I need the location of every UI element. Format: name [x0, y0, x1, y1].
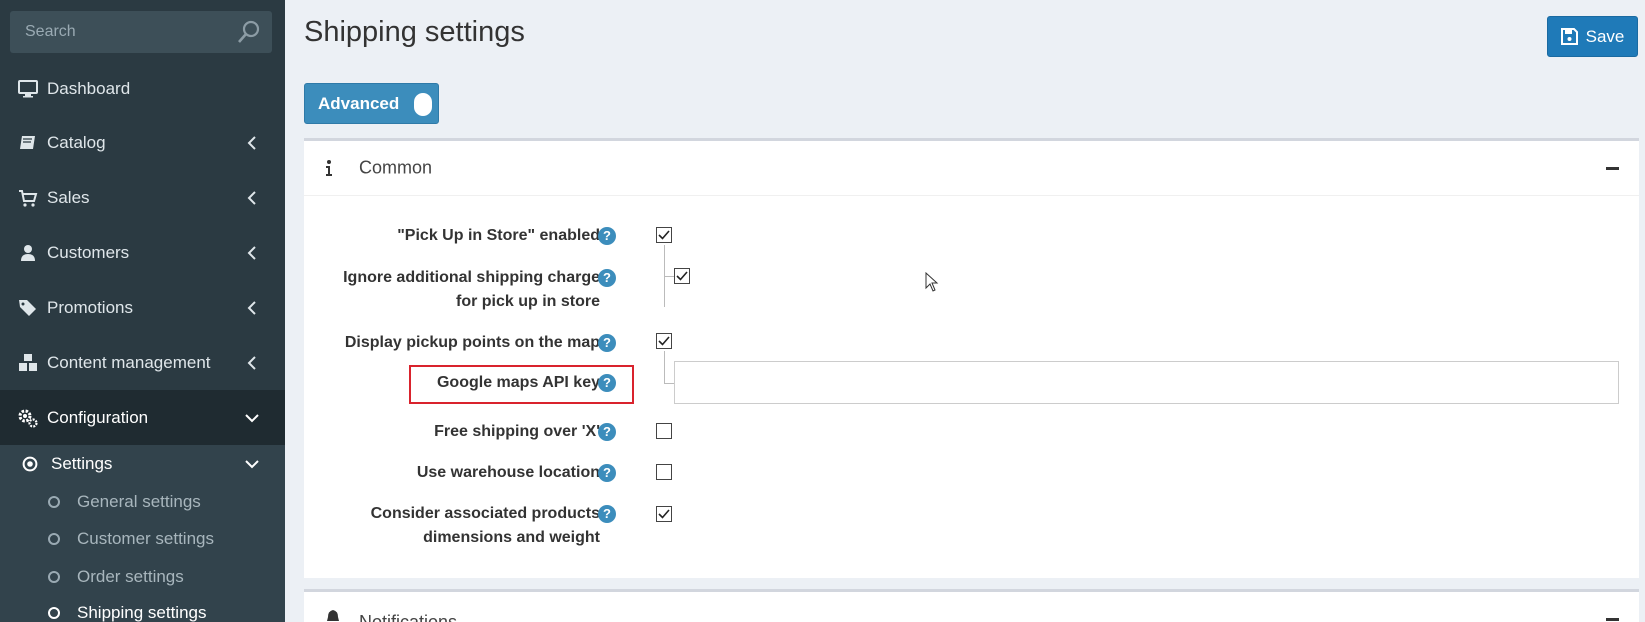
warehouse-location-checkbox[interactable]	[656, 464, 672, 480]
sidebar-item-dashboard[interactable]: Dashboard	[0, 61, 285, 116]
common-card-header[interactable]: Common	[304, 141, 1639, 196]
search-icon[interactable]	[236, 19, 262, 45]
sidebar-item-customers[interactable]: Customers	[0, 225, 285, 280]
sidebar: Dashboard Catalog Sales Customers Promot…	[0, 0, 285, 622]
advanced-label: Advanced	[318, 93, 400, 113]
notifications-card[interactable]: Notifications	[304, 589, 1639, 622]
field-label-pickup-enabled: "Pick Up in Store" enabled	[397, 227, 600, 244]
collapse-icon[interactable]	[1606, 618, 1619, 621]
sidebar-item-configuration[interactable]: Configuration	[0, 390, 285, 445]
toggle-knob	[414, 93, 432, 116]
help-icon[interactable]: ?	[598, 464, 616, 482]
field-label-warehouse-location: Use warehouse location	[416, 464, 600, 481]
info-icon	[326, 160, 332, 176]
google-maps-api-key-input[interactable]	[674, 361, 1619, 404]
settings-submenu: Settings General settings Customer setti…	[0, 445, 285, 622]
tree-connector	[664, 276, 674, 277]
check-icon	[676, 271, 688, 281]
help-icon[interactable]: ?	[598, 227, 616, 245]
save-button[interactable]: Save	[1547, 16, 1638, 57]
user-icon	[21, 244, 35, 261]
tags-icon	[19, 299, 36, 316]
sidebar-item-label: Catalog	[47, 132, 106, 152]
monitor-icon	[18, 79, 38, 97]
advanced-toggle-button[interactable]: Advanced	[304, 83, 439, 124]
gears-icon	[18, 409, 38, 428]
associated-products-checkbox[interactable]	[656, 506, 672, 522]
help-icon[interactable]: ?	[598, 505, 616, 523]
circle-icon	[48, 571, 60, 583]
check-icon	[658, 509, 670, 519]
check-icon	[658, 230, 670, 240]
mouse-cursor-icon	[925, 272, 939, 292]
help-icon[interactable]: ?	[598, 423, 616, 441]
circle-icon	[48, 496, 60, 508]
sidebar-item-label: Configuration	[47, 407, 149, 427]
chevron-left-icon	[247, 190, 256, 205]
sidebar-item-shipping-settings[interactable]: Shipping settings	[0, 595, 285, 622]
help-icon[interactable]: ?	[598, 334, 616, 352]
free-shipping-checkbox[interactable]	[656, 423, 672, 439]
tree-connector	[664, 351, 665, 383]
page-title: Shipping settings	[304, 16, 525, 48]
chevron-left-icon	[247, 300, 256, 315]
help-icon[interactable]: ?	[598, 269, 616, 287]
highlight-frame	[409, 365, 634, 404]
sidebar-item-label: Customers	[47, 242, 130, 262]
sidebar-item-label: General settings	[77, 492, 201, 511]
sidebar-item-label: Customer settings	[77, 529, 214, 548]
field-label-associated-products: Consider associated products dimensions …	[371, 502, 600, 550]
sidebar-item-settings[interactable]: Settings	[0, 445, 285, 483]
label-line: Ignore additional shipping charge	[343, 269, 600, 286]
sidebar-item-sales[interactable]: Sales	[0, 170, 285, 225]
sidebar-item-promotions[interactable]: Promotions	[0, 280, 285, 335]
sidebar-item-content-management[interactable]: Content management	[0, 335, 285, 390]
circle-dot-icon	[22, 456, 38, 472]
floppy-disk-icon	[1560, 28, 1578, 45]
sidebar-item-catalog[interactable]: Catalog	[0, 115, 285, 170]
collapse-icon[interactable]	[1606, 167, 1619, 170]
field-label-display-pickup-points: Display pickup points on the map	[344, 334, 600, 351]
display-pickup-points-checkbox[interactable]	[656, 333, 672, 349]
sidebar-item-customer-settings[interactable]: Customer settings	[0, 521, 285, 557]
book-icon	[20, 135, 35, 149]
bell-icon	[327, 610, 339, 621]
sidebar-item-label: Promotions	[47, 297, 133, 317]
cubes-icon	[19, 353, 37, 371]
circle-icon	[48, 533, 60, 545]
chevron-left-icon	[247, 135, 256, 150]
sidebar-item-order-settings[interactable]: Order settings	[0, 559, 285, 595]
sidebar-item-label: Dashboard	[47, 78, 131, 98]
circle-icon	[48, 607, 60, 619]
sidebar-item-general-settings[interactable]: General settings	[0, 484, 285, 520]
field-label-ignore-charge: Ignore additional shipping charge for pi…	[343, 266, 600, 314]
field-label-free-shipping: Free shipping over 'X'	[434, 423, 600, 440]
label-line: Consider associated products	[370, 505, 600, 522]
save-button-label: Save	[1585, 26, 1625, 46]
chevron-down-icon	[245, 460, 259, 469]
chevron-left-icon	[247, 245, 256, 260]
sidebar-item-label: Sales	[47, 187, 90, 207]
check-icon	[658, 336, 670, 346]
sidebar-search	[10, 11, 272, 53]
sidebar-item-label: Order settings	[77, 567, 184, 586]
sidebar-item-label: Content management	[47, 352, 211, 372]
sidebar-item-label: Settings	[51, 454, 113, 473]
card-title: Common	[359, 157, 433, 178]
search-input[interactable]	[10, 11, 230, 53]
chevron-left-icon	[247, 355, 256, 370]
ignore-charge-checkbox[interactable]	[674, 268, 690, 284]
tree-connector	[664, 383, 674, 384]
label-line: for pick up in store	[455, 293, 600, 310]
sidebar-item-label: Shipping settings	[77, 603, 207, 622]
label-line: dimensions and weight	[423, 529, 600, 546]
pickup-enabled-checkbox[interactable]	[656, 227, 672, 243]
card-title: Notifications	[359, 612, 458, 622]
chevron-down-icon	[245, 413, 259, 422]
cart-icon	[19, 189, 38, 207]
